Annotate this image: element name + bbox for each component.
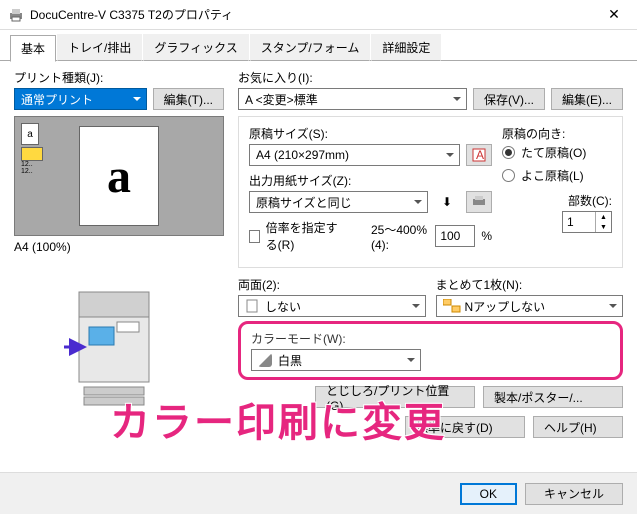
color-mode-select[interactable]: 白黒: [251, 349, 421, 371]
portrait-radio[interactable]: [502, 146, 515, 159]
scale-range-label: 25～400%(4):: [371, 221, 429, 252]
copies-spinner[interactable]: 1▲▼: [562, 211, 612, 233]
orientation-label: 原稿の向き:: [502, 125, 612, 142]
color-mode-highlight: カラーモード(W): 白黒: [238, 321, 623, 380]
printer-icon: [8, 7, 24, 23]
orig-size-label: 原稿サイズ(S):: [249, 125, 492, 142]
color-mode-label: カラーモード(W):: [251, 330, 610, 347]
duplex-select[interactable]: しない: [238, 295, 426, 317]
scale-checkbox[interactable]: [249, 230, 260, 243]
ok-button[interactable]: OK: [460, 483, 517, 505]
cancel-button[interactable]: キャンセル: [525, 483, 623, 505]
page-a-icon: A: [472, 148, 486, 162]
size-info-button[interactable]: A: [466, 144, 492, 166]
preview-pane: a 12..12.. a: [14, 116, 224, 236]
titlebar: DocuCentre-V C3375 T2のプロパティ ✕: [0, 0, 637, 30]
scale-label: 倍率を指定する(R): [266, 219, 345, 253]
edit-fav-button[interactable]: 編集(E)...: [551, 88, 623, 110]
landscape-radio[interactable]: [502, 169, 515, 182]
arrow-down-icon: ⬇: [434, 195, 460, 209]
defaults-button[interactable]: 標準に戻す(D): [405, 416, 525, 438]
edit-button[interactable]: 編集(T)...: [153, 88, 224, 110]
binding-button[interactable]: とじしろ/プリント位置(G)...: [315, 386, 475, 408]
nup-select[interactable]: Nアップしない: [436, 295, 624, 317]
out-size-select[interactable]: 原稿サイズと同じ: [249, 191, 428, 213]
print-type-label: プリント種類(J):: [14, 69, 224, 86]
thumb-mini-icon: [21, 147, 43, 161]
page-icon: [245, 299, 261, 313]
bw-icon: [258, 353, 272, 367]
tab-tray[interactable]: トレイ/排出: [57, 34, 142, 61]
copies-label: 部数(C):: [502, 192, 612, 209]
footer: OK キャンセル: [0, 472, 637, 514]
tab-basic[interactable]: 基本: [10, 35, 56, 62]
tab-advanced[interactable]: 詳細設定: [371, 34, 441, 61]
tab-graphics[interactable]: グラフィックス: [143, 34, 248, 61]
close-button[interactable]: ✕: [591, 0, 637, 30]
tab-stamp[interactable]: スタンプ/フォーム: [250, 34, 371, 61]
booklet-button[interactable]: 製本/ポスター/...: [483, 386, 623, 408]
printer-small-icon: [472, 196, 486, 208]
tabs: 基本 トレイ/排出 グラフィックス スタンプ/フォーム 詳細設定: [0, 34, 637, 61]
out-size-label: 出力用紙サイズ(Z):: [249, 172, 492, 189]
window-title: DocuCentre-V C3375 T2のプロパティ: [30, 6, 591, 23]
help-button[interactable]: ヘルプ(H): [533, 416, 623, 438]
favorites-label: お気に入り(I):: [238, 69, 623, 86]
preview-label: A4 (100%): [14, 240, 224, 254]
thumb-icon: a: [21, 123, 39, 145]
page-preview: a: [79, 126, 159, 226]
save-button[interactable]: 保存(V)...: [473, 88, 545, 110]
svg-text:A: A: [476, 148, 484, 162]
printer-icon-button[interactable]: [466, 191, 492, 213]
nup-icon: [443, 299, 461, 313]
nup-label: まとめて1枚(N):: [436, 276, 624, 293]
print-type-select[interactable]: 通常プリント: [14, 88, 147, 110]
orig-size-select[interactable]: A4 (210×297mm): [249, 144, 460, 166]
printer-illustration: [14, 272, 224, 415]
scale-input[interactable]: [435, 225, 475, 247]
favorites-select[interactable]: A <変更>標準: [238, 88, 467, 110]
duplex-label: 両面(2):: [238, 276, 426, 293]
